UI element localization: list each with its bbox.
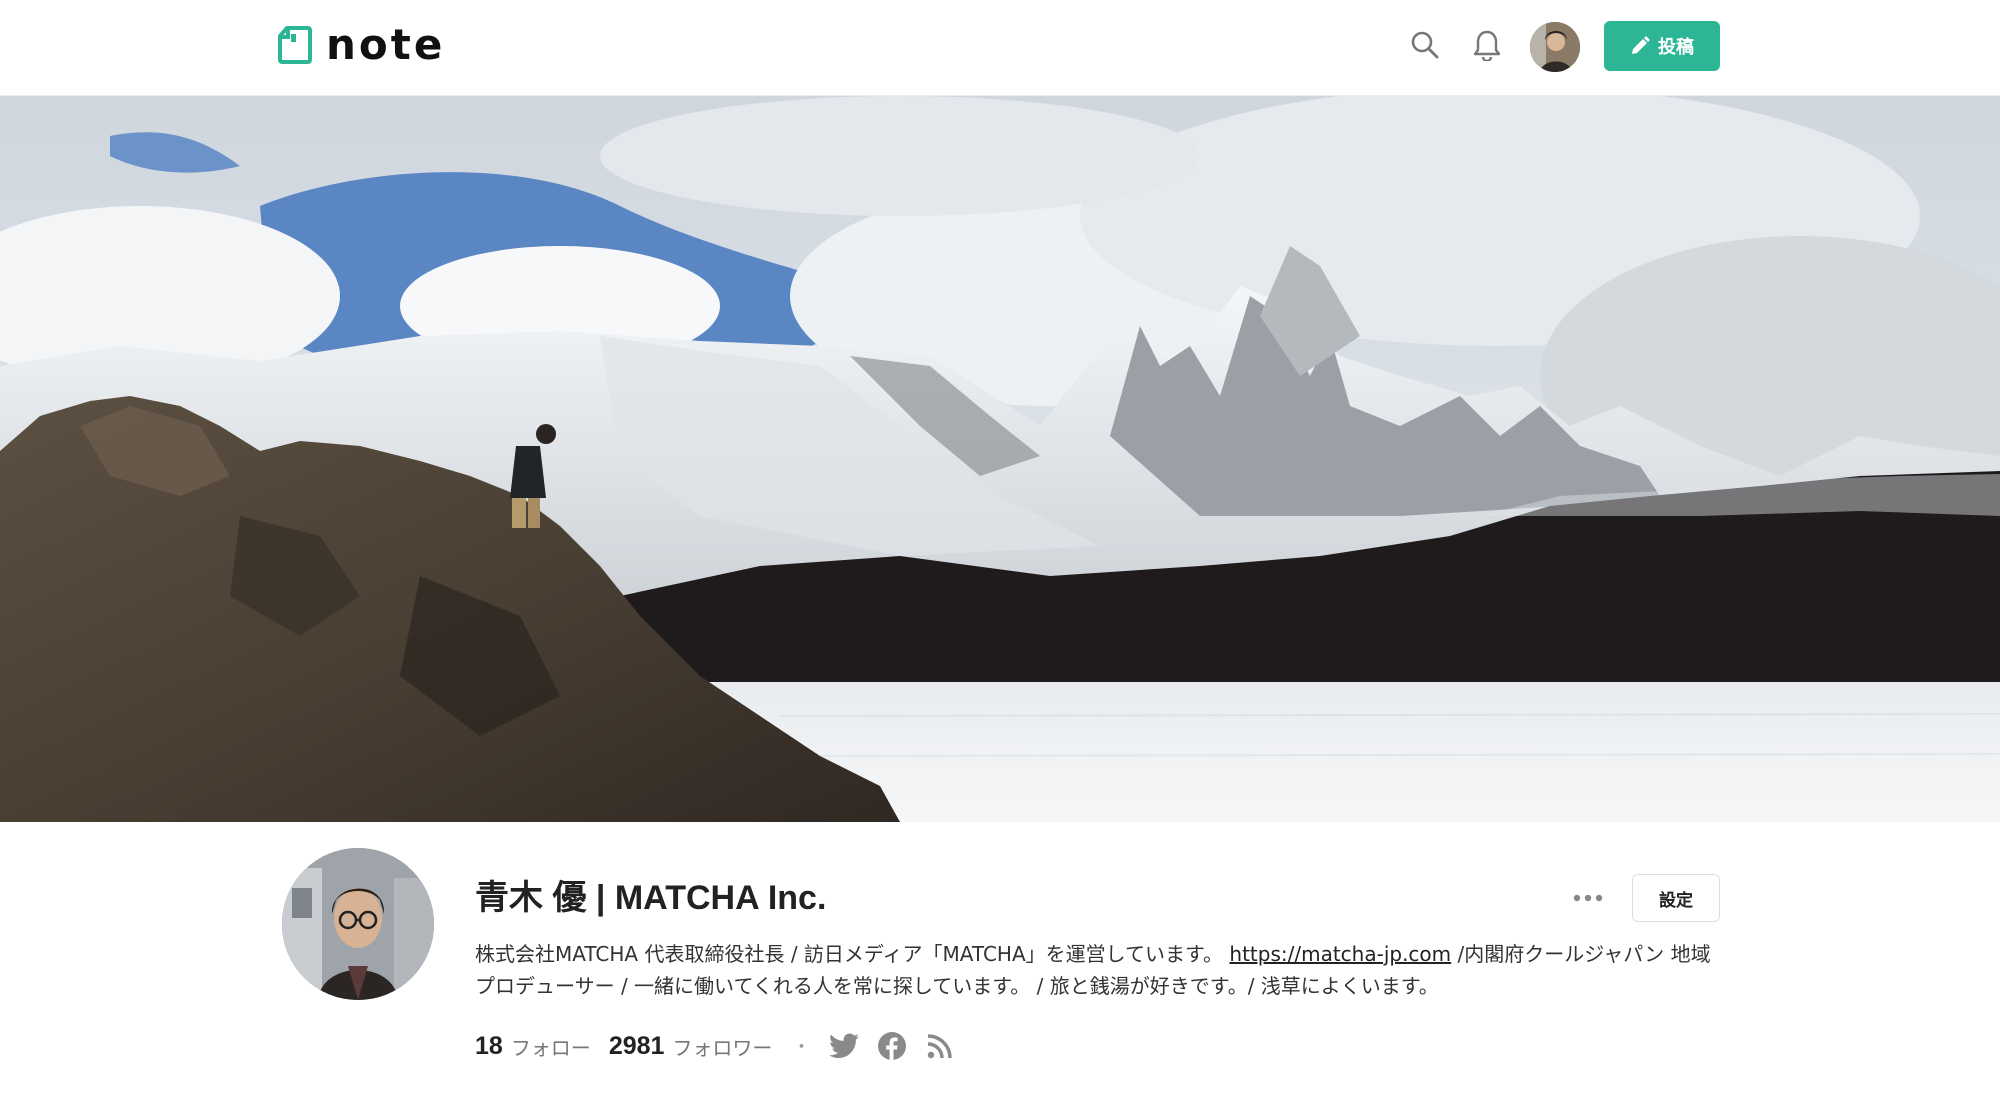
- separator-dot: ・: [792, 1037, 811, 1058]
- pencil-icon: [1632, 36, 1650, 54]
- following-count[interactable]: 18: [475, 1032, 503, 1061]
- profile-avatar[interactable]: [282, 848, 434, 1000]
- bio-text-before-link: 株式会社MATCHA 代表取締役社長 / 訪日メディア「MATCHA」を運営して…: [475, 942, 1230, 966]
- profile-photo-image: [282, 848, 434, 1000]
- twitter-icon: [829, 1033, 860, 1058]
- note-logo[interactable]: note: [278, 22, 445, 68]
- logo-text: note: [326, 20, 446, 69]
- profile-stats: 18 フォロー 2981 フォロワー ・: [475, 1026, 972, 1066]
- search-icon: [1411, 31, 1439, 59]
- settings-button[interactable]: 設定: [1632, 874, 1720, 922]
- note-logo-icon: [278, 26, 312, 64]
- twitter-link[interactable]: [828, 1030, 860, 1062]
- user-avatar[interactable]: [1530, 22, 1580, 72]
- bio-link[interactable]: https://matcha-jp.com: [1229, 942, 1451, 966]
- post-button[interactable]: 投稿: [1604, 21, 1720, 71]
- notifications-button[interactable]: [1470, 28, 1504, 62]
- bell-icon: [1473, 30, 1501, 61]
- search-button[interactable]: [1408, 28, 1442, 62]
- more-options-button[interactable]: [1568, 880, 1608, 916]
- following-label[interactable]: フォロー: [511, 1032, 591, 1061]
- profile-bio: 株式会社MATCHA 代表取締役社長 / 訪日メディア「MATCHA」を運営して…: [475, 938, 1720, 1002]
- facebook-icon: [878, 1032, 907, 1061]
- site-header: note 投稿: [0, 0, 2000, 96]
- mountain-landscape-image: [0, 96, 2000, 822]
- followers-count[interactable]: 2981: [609, 1032, 665, 1061]
- profile-name: 青木 優 | MATCHA Inc.: [475, 879, 827, 917]
- facebook-link[interactable]: [876, 1030, 908, 1062]
- avatar-image: [1530, 22, 1580, 72]
- cover-image: [0, 96, 2000, 822]
- rss-icon: [928, 1034, 953, 1059]
- followers-label[interactable]: フォロワー: [672, 1032, 772, 1061]
- more-icon: [1573, 894, 1603, 902]
- rss-link[interactable]: [924, 1030, 956, 1062]
- post-button-label: 投稿: [1658, 37, 1694, 57]
